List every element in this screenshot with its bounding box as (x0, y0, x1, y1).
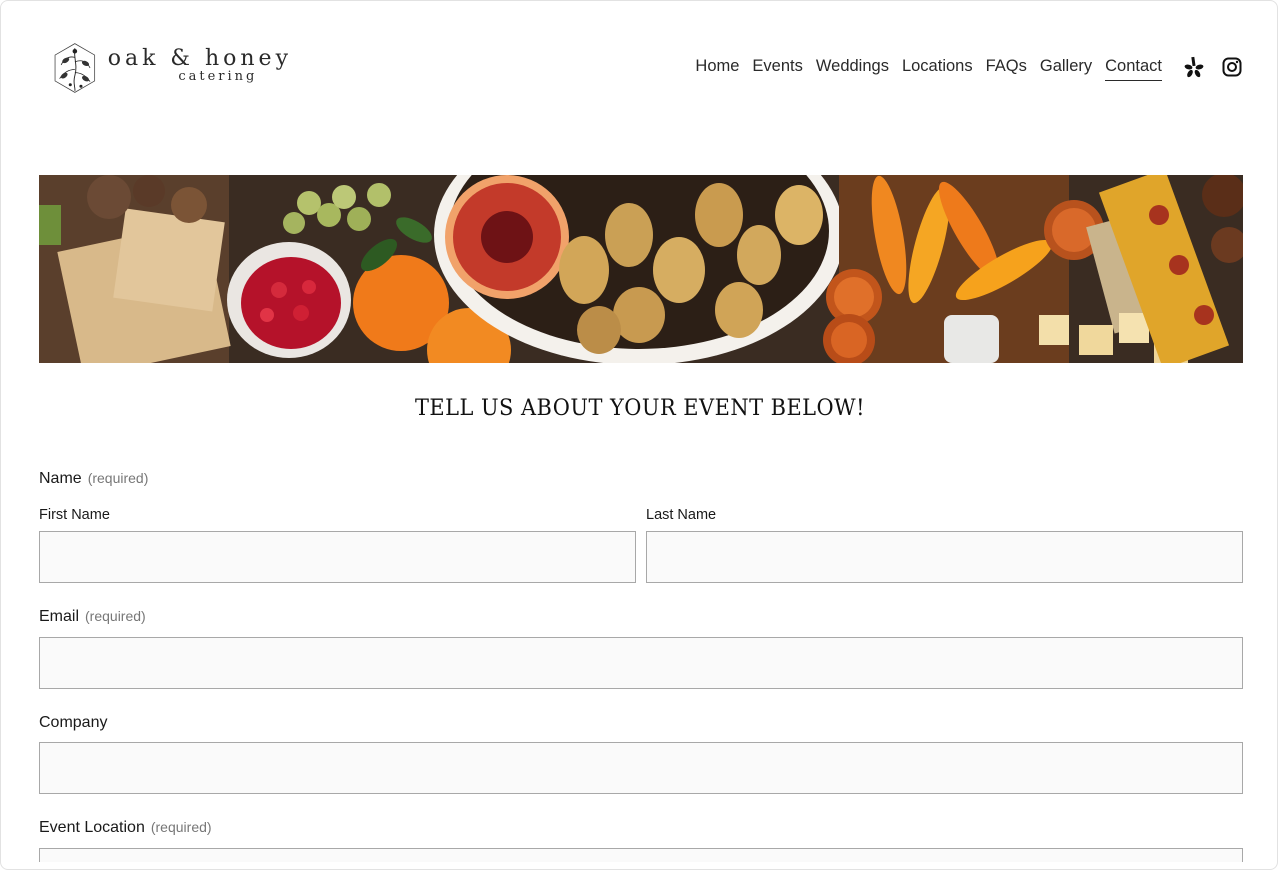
form-heading: TELL US ABOUT YOUR EVENT BELOW! (414, 396, 865, 421)
event-location-label-text: Event Location (39, 819, 145, 836)
name-required-note: (required) (87, 470, 149, 486)
last-name-input[interactable] (646, 531, 1243, 583)
brand-logo[interactable]: oak & honey catering (52, 33, 292, 103)
instagram-icon[interactable] (1222, 56, 1242, 78)
nav-weddings[interactable]: Weddings (816, 56, 889, 81)
first-name-label: First Name (39, 507, 110, 523)
event-location-label: Event Location (required) (39, 819, 212, 837)
email-label-text: Email (39, 608, 80, 625)
name-label: Name (required) (39, 470, 148, 488)
brand-name: oak & honey (107, 46, 292, 71)
food-spread-illustration (39, 175, 1243, 363)
brand-wordmark: oak & honey catering (108, 46, 292, 84)
botanical-hexagon-icon (54, 43, 96, 93)
brand-sub: catering (178, 69, 258, 84)
email-input[interactable] (39, 637, 1243, 689)
yelp-icon[interactable] (1184, 56, 1204, 78)
email-label: Email (required) (39, 608, 146, 626)
company-input[interactable] (39, 742, 1243, 794)
hero-banner-image (39, 175, 1243, 363)
first-name-input[interactable] (39, 531, 636, 583)
nav-faqs[interactable]: FAQs (986, 56, 1027, 81)
nav-contact[interactable]: Contact (1105, 56, 1162, 81)
nav-gallery[interactable]: Gallery (1040, 56, 1092, 81)
last-name-label: Last Name (646, 507, 717, 523)
main-nav: Home Events Weddings Locations FAQs Gall… (695, 56, 1162, 81)
company-label-text: Company (39, 714, 108, 731)
email-required-note: (required) (85, 608, 146, 624)
nav-home[interactable]: Home (695, 56, 739, 81)
site-header: oak & honey catering Home Events Wedding… (0, 0, 1280, 140)
nav-events[interactable]: Events (752, 56, 802, 81)
event-location-required-note: (required) (150, 819, 212, 835)
name-label-text: Name (39, 470, 82, 487)
social-links (1184, 56, 1242, 78)
company-label: Company (39, 714, 107, 732)
nav-locations[interactable]: Locations (902, 56, 973, 81)
event-location-input[interactable] (39, 848, 1243, 862)
